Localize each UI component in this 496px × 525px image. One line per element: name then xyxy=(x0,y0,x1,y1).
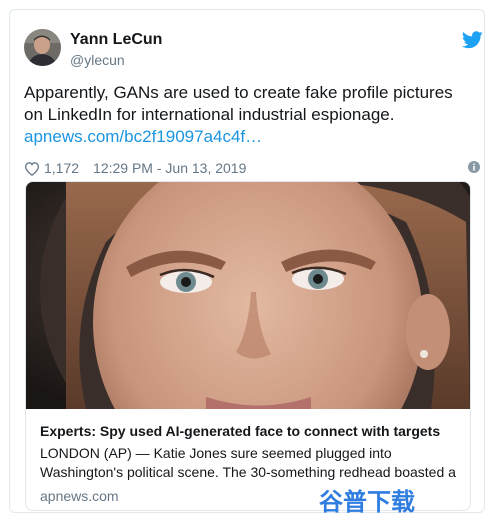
preview-description: LONDON (AP) — Katie Jones sure seemed pl… xyxy=(40,445,456,480)
tweet-meta: 1,172 12:29 PM - Jun 13, 2019 xyxy=(24,159,246,177)
preview-domain[interactable]: apnews.com xyxy=(40,488,119,504)
info-icon[interactable] xyxy=(468,161,480,173)
link-preview-card[interactable]: Experts: Spy used AI-generated face to c… xyxy=(25,181,471,511)
tweet-link[interactable]: apnews.com/bc2f19097a4c4f… xyxy=(24,127,262,147)
watermark: 谷普下载 xyxy=(319,488,415,516)
tweet-timestamp[interactable]: 12:29 PM - Jun 13, 2019 xyxy=(93,160,246,176)
like-count[interactable]: 1,172 xyxy=(44,160,79,176)
preview-title[interactable]: Experts: Spy used AI-generated face to c… xyxy=(40,423,440,439)
author-name[interactable]: Yann LeCun xyxy=(70,31,162,49)
author-avatar[interactable] xyxy=(24,29,61,66)
tweet-text: Apparently, GANs are used to create fake… xyxy=(24,83,453,124)
watermark-text: 谷普下载 xyxy=(319,488,415,516)
twitter-bird-icon[interactable] xyxy=(462,31,483,49)
preview-image[interactable] xyxy=(26,182,470,409)
tweet-card: Yann LeCun @ylecun Apparently, GANs are … xyxy=(9,9,485,513)
heart-icon[interactable] xyxy=(24,161,40,176)
author-handle[interactable]: @ylecun xyxy=(70,52,125,68)
